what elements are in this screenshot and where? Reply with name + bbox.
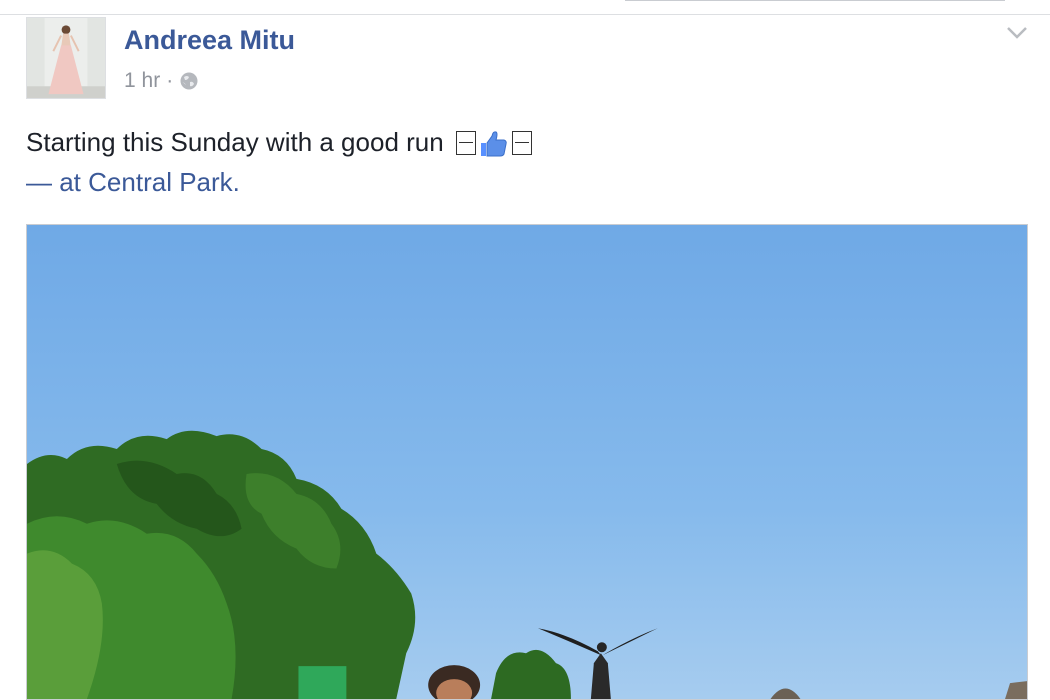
- location-link[interactable]: Central Park: [88, 167, 233, 197]
- post-meta: 1 hr ·: [124, 69, 199, 93]
- author-name[interactable]: Andreea Mitu: [124, 25, 295, 56]
- location-prefix: — at: [26, 167, 81, 197]
- thumbs-up-icon: [478, 129, 508, 157]
- missing-glyph-icon: [511, 130, 532, 155]
- post-photo[interactable]: [26, 224, 1028, 700]
- top-bar-edge: [0, 0, 1050, 15]
- post-message-text: Starting this Sunday with a good run: [26, 127, 444, 157]
- search-box-edge: [625, 0, 1005, 1]
- avatar-image: [27, 18, 105, 98]
- author-avatar[interactable]: [26, 17, 106, 99]
- post-timestamp[interactable]: 1 hr: [124, 69, 160, 93]
- location-line: — at Central Park.: [26, 167, 240, 198]
- meta-separator: ·: [166, 69, 174, 92]
- globe-icon[interactable]: [179, 71, 199, 91]
- missing-glyph-icon: [455, 130, 476, 155]
- post-message: Starting this Sunday with a good run: [26, 127, 532, 158]
- feed-post: Andreea Mitu 1 hr · Starting this Sunday…: [0, 15, 1050, 700]
- location-suffix: .: [232, 167, 240, 197]
- chevron-down-icon[interactable]: [1006, 25, 1028, 41]
